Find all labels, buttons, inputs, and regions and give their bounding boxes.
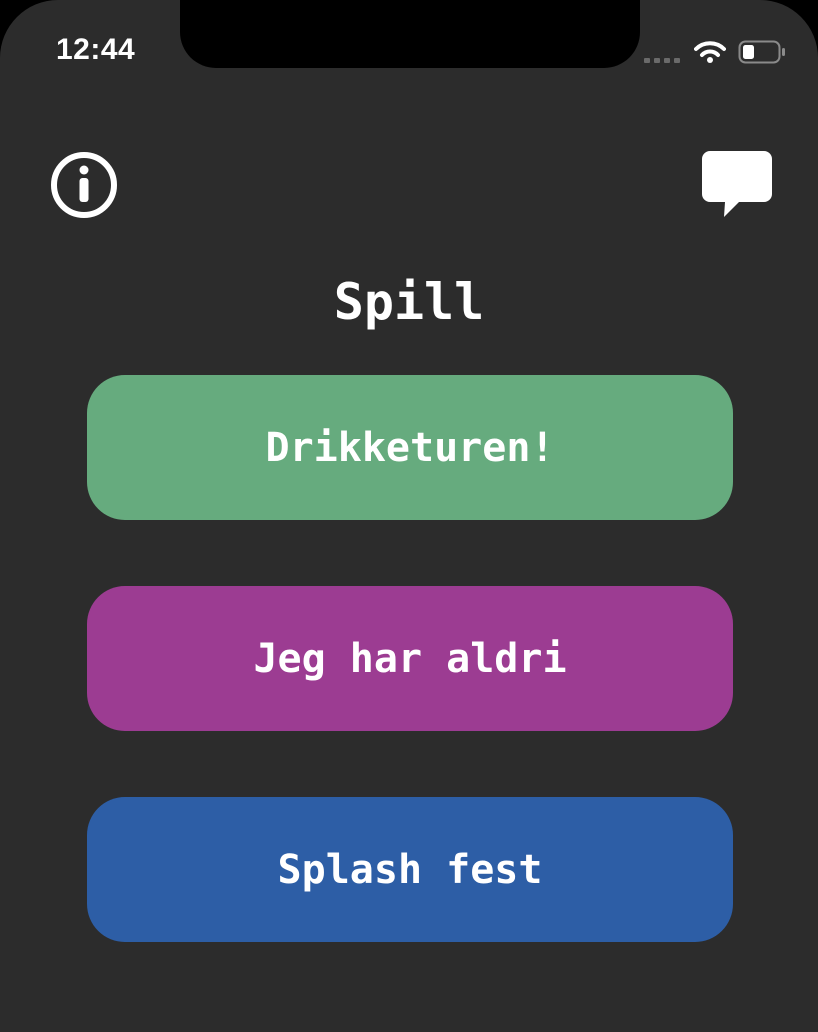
info-icon[interactable] [50,151,118,219]
status-bar-time: 12:44 [56,33,136,66]
game-button-label: Jeg har aldri [253,635,567,682]
page-title: Spill [333,273,485,331]
game-button-splash-fest[interactable]: Splash fest [87,797,733,942]
device-notch [180,0,640,68]
game-button-jeg-har-aldri[interactable]: Jeg har aldri [87,586,733,731]
app-screen: 12:44 Spill Drikketuren! Jeg har aldri S… [0,0,818,1032]
wifi-icon [694,41,726,63]
game-button-label: Drikketuren! [265,424,555,471]
battery-icon [738,40,785,64]
chat-icon[interactable] [702,150,772,218]
cellular-signal-icon [644,58,680,63]
game-button-label: Splash fest [277,846,543,893]
game-button-drikketuren[interactable]: Drikketuren! [87,375,733,520]
